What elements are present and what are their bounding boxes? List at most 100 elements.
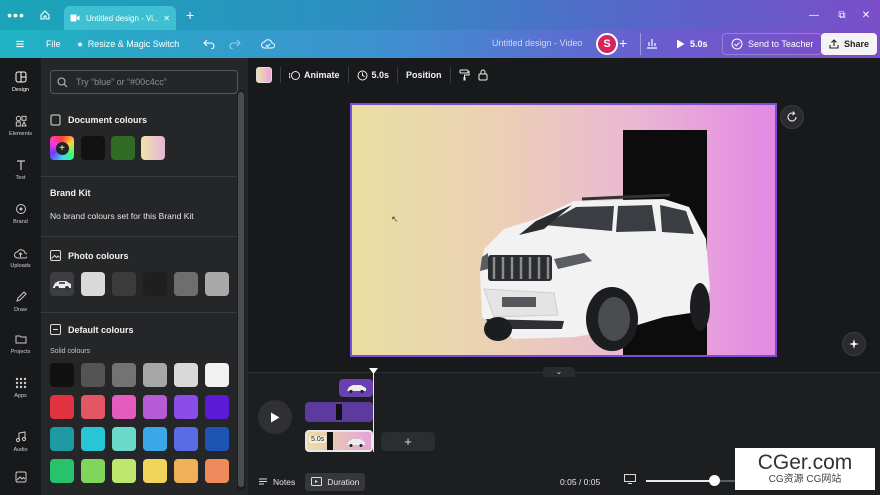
browser-menu-icon[interactable]: ••• — [0, 7, 32, 23]
share-label: Share — [844, 39, 870, 49]
default-colour-swatch[interactable] — [50, 459, 74, 483]
default-colour-swatch[interactable] — [205, 427, 229, 451]
gradient-swatch-icon — [256, 67, 272, 83]
resize-magic-switch-button[interactable]: ★ Resize & Magic Switch — [77, 39, 180, 49]
rail-label-elements: Elements — [9, 131, 32, 137]
default-colour-swatch[interactable] — [143, 427, 167, 451]
default-colour-swatch[interactable] — [143, 363, 167, 387]
default-colour-swatch[interactable] — [50, 427, 74, 451]
rail-item-text[interactable]: Text — [0, 158, 41, 181]
add-clip-button[interactable]: + — [381, 432, 435, 451]
send-to-teacher-button[interactable]: Send to Teacher — [722, 33, 823, 55]
rail-item-projects[interactable]: Projects — [0, 332, 41, 355]
document-colour-swatch[interactable] — [141, 136, 165, 160]
cloud-save-icon[interactable] — [261, 39, 276, 49]
add-colour-button[interactable]: + — [50, 136, 74, 160]
default-colour-swatch[interactable] — [174, 395, 198, 419]
main-menu-icon[interactable]: ≡ — [0, 36, 40, 53]
rail-item-apps[interactable]: Apps — [0, 376, 41, 399]
default-colour-swatch[interactable] — [81, 363, 105, 387]
default-colour-swatch[interactable] — [205, 395, 229, 419]
rail-label-uploads: Uploads — [10, 263, 31, 269]
collapse-timeline-button[interactable]: ⌄ — [543, 367, 575, 377]
close-window-button[interactable]: ✕ — [852, 0, 880, 30]
default-colour-swatch[interactable] — [50, 395, 74, 419]
browser-tab[interactable]: Untitled design - Vi... ✕ — [64, 6, 176, 30]
photo-colour-swatch[interactable] — [81, 272, 105, 296]
duration-button[interactable]: Duration — [305, 472, 366, 491]
rail-item-design[interactable]: Design — [0, 70, 41, 93]
rail-item-audio[interactable]: Audio — [0, 430, 41, 453]
file-menu[interactable]: File — [46, 39, 61, 49]
default-colour-swatch[interactable] — [81, 459, 105, 483]
share-button[interactable]: Share — [821, 33, 878, 55]
default-colour-swatch[interactable] — [112, 363, 136, 387]
default-colour-swatch[interactable] — [50, 363, 74, 387]
duration-label: Duration — [327, 476, 360, 487]
default-colour-swatch[interactable] — [205, 363, 229, 387]
suv-car-image[interactable] — [474, 189, 714, 357]
add-collaborator-button[interactable]: + — [619, 35, 627, 51]
default-colour-swatch[interactable] — [174, 363, 198, 387]
default-colour-swatch[interactable] — [81, 427, 105, 451]
timeline-play-button[interactable] — [258, 400, 292, 434]
rail-item-elements[interactable]: Elements — [0, 114, 41, 137]
zoom-slider-handle[interactable] — [708, 475, 720, 486]
notes-icon — [259, 478, 267, 485]
document-colour-swatch[interactable] — [111, 136, 135, 160]
watermark-sub: CG资源 CG网站 — [768, 474, 842, 485]
default-colour-swatch[interactable] — [205, 459, 229, 483]
default-colour-swatch[interactable] — [174, 427, 198, 451]
photo-colour-swatch[interactable] — [205, 272, 229, 296]
rail-item-brand[interactable]: Brand — [0, 202, 41, 225]
insights-icon[interactable] — [645, 36, 659, 52]
rail-item-photos[interactable] — [0, 470, 41, 484]
default-colour-swatch[interactable] — [112, 395, 136, 419]
design-page[interactable] — [350, 103, 777, 357]
photo-colour-swatch[interactable] — [112, 272, 136, 296]
home-icon[interactable] — [32, 9, 58, 21]
magic-assist-button[interactable] — [842, 332, 866, 356]
default-colour-swatch[interactable] — [112, 427, 136, 451]
refresh-page-button[interactable] — [780, 105, 804, 129]
document-title[interactable]: Untitled design - Video — [492, 38, 582, 48]
rail-item-draw[interactable]: Draw — [0, 290, 41, 313]
default-colour-swatch[interactable] — [143, 459, 167, 483]
default-colour-swatch[interactable] — [174, 459, 198, 483]
rail-label-draw: Draw — [14, 307, 27, 313]
default-colour-swatch[interactable] — [143, 395, 167, 419]
rail-item-uploads[interactable]: Uploads — [0, 246, 41, 269]
undo-icon — [203, 39, 215, 49]
new-tab-button[interactable]: + — [186, 7, 194, 23]
timing-button[interactable]: 5.0s — [349, 63, 398, 87]
scrollbar-thumb[interactable] — [238, 92, 244, 487]
document-colour-swatch[interactable] — [81, 136, 105, 160]
photo-colour-swatch[interactable] — [174, 272, 198, 296]
panel-scrollbar[interactable] — [237, 90, 245, 490]
car-element-track[interactable] — [339, 379, 373, 397]
play-preview-button[interactable]: 5.0s — [668, 33, 716, 55]
screen-icon[interactable] — [624, 474, 636, 486]
redo-icon — [229, 39, 241, 49]
redo-button[interactable] — [229, 39, 241, 49]
user-avatar[interactable]: S — [596, 33, 618, 55]
zoom-slider[interactable] — [646, 475, 736, 486]
colour-search-input[interactable]: Try “blue” or “#00c4cc” — [50, 70, 238, 94]
default-colour-swatch[interactable] — [112, 459, 136, 483]
playhead[interactable] — [373, 370, 374, 452]
tab-close-icon[interactable]: ✕ — [163, 14, 170, 23]
colour-picker-button[interactable] — [248, 63, 280, 87]
lock-button[interactable] — [478, 63, 496, 87]
video-clip-track[interactable]: 5.0s — [305, 430, 373, 452]
minimize-button[interactable]: — — [800, 0, 828, 30]
position-button[interactable]: Position — [398, 63, 450, 87]
clock-icon — [357, 70, 368, 80]
animate-button[interactable]: Animate — [281, 63, 348, 87]
photo-thumbnail[interactable] — [50, 272, 74, 296]
photo-colour-swatch[interactable] — [143, 272, 167, 296]
rectangle-element-track[interactable] — [305, 402, 373, 422]
undo-button[interactable] — [203, 39, 215, 49]
default-colour-swatch[interactable] — [81, 395, 105, 419]
paint-format-button[interactable] — [451, 63, 478, 87]
notes-button[interactable]: Notes — [252, 473, 301, 491]
